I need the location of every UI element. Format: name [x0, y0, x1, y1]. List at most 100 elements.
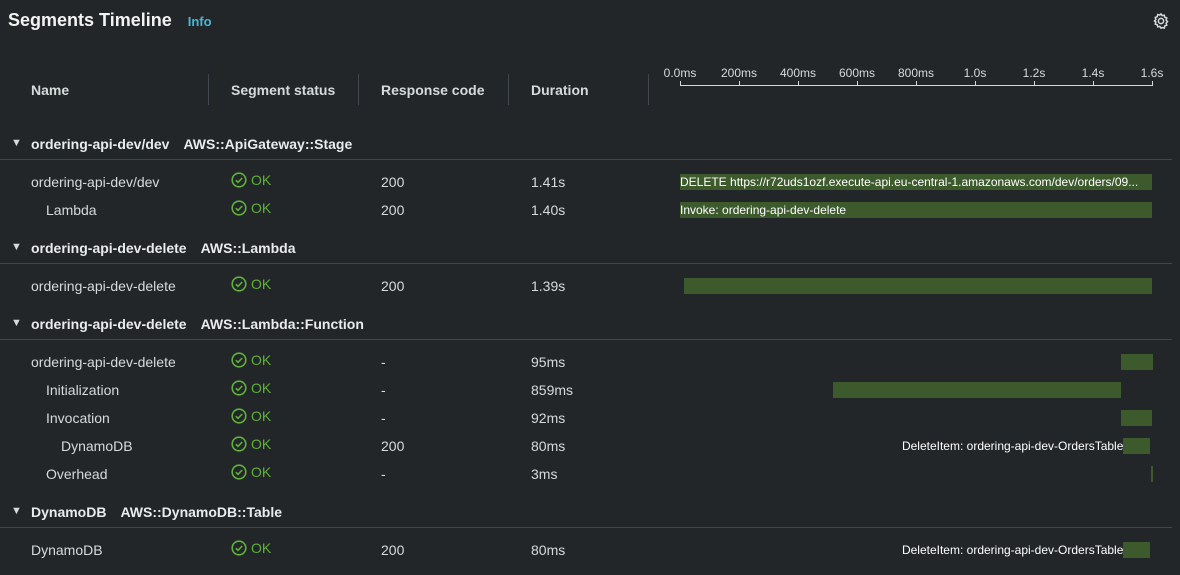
caret-down-icon[interactable]: ▼ [11, 241, 22, 253]
timeline-bar[interactable] [1121, 354, 1153, 370]
segment-group-title: ordering-api-dev-delete [31, 316, 187, 332]
timeline-bar[interactable] [1121, 410, 1152, 426]
column-header-response[interactable]: Response code [381, 82, 484, 98]
timeline-bar[interactable] [1123, 438, 1150, 454]
gear-icon[interactable] [1152, 12, 1170, 30]
segment-group-name: ordering-api-dev-delete AWS::Lambda::Func… [31, 316, 364, 332]
segment-group-header[interactable]: ▼ ordering-api-dev-delete AWS::Lambda::Fun… [0, 312, 1180, 336]
info-link[interactable]: Info [188, 14, 212, 29]
column-header-status[interactable]: Segment status [231, 82, 335, 98]
segment-row[interactable]: ordering-api-dev-delete OK 200 1.39s [0, 274, 1180, 298]
segment-duration: 92ms [531, 410, 566, 426]
segment-duration: 3ms [531, 466, 558, 482]
column-header-name[interactable]: Name [31, 82, 69, 98]
timeline-bar-label: DeleteItem: ordering-api-dev-OrdersTable [901, 543, 1124, 557]
segment-row[interactable]: ordering-api-dev-delete OK - 95ms [0, 350, 1180, 374]
axis-tick-label: 600ms [838, 66, 876, 80]
timeline-bar-label: DeleteItem: ordering-api-dev-OrdersTable [901, 439, 1124, 453]
check-circle-icon [231, 172, 247, 188]
segment-row[interactable]: DynamoDB OK 200 80ms DeleteItem: ordering-ap… [0, 434, 1180, 458]
segment-status: OK [231, 172, 271, 188]
axis-tick-mark [1093, 81, 1094, 86]
segment-duration: 80ms [531, 438, 566, 454]
caret-down-icon[interactable]: ▼ [11, 137, 22, 149]
axis-tick-mark [975, 81, 976, 86]
axis-tick-label: 400ms [779, 66, 817, 80]
timeline-bar[interactable] [684, 278, 1152, 294]
segment-row[interactable]: Initialization OK - 859ms [0, 378, 1180, 402]
segment-status-text: OK [251, 436, 272, 452]
column-separator [508, 74, 509, 105]
caret-down-icon[interactable]: ▼ [11, 317, 22, 329]
column-header-duration[interactable]: Duration [531, 82, 589, 98]
segment-status: OK [231, 540, 271, 556]
segment-group-name: ordering-api-dev-delete AWS::Lambda [31, 240, 295, 256]
check-circle-icon [231, 464, 247, 480]
axis-tick-mark [798, 81, 799, 86]
column-separator [648, 74, 649, 105]
segment-status-text: OK [251, 276, 272, 292]
axis-tick-label: 0.0ms [663, 66, 697, 80]
segment-name: Lambda [46, 202, 97, 218]
response-code: 200 [381, 542, 405, 558]
segment-status: OK [231, 380, 271, 396]
segment-status: OK [231, 436, 271, 452]
panel-title: Segments Timeline [8, 10, 172, 30]
segment-status: OK [231, 276, 271, 292]
group-divider [0, 159, 1172, 160]
segment-name: ordering-api-dev-delete [31, 354, 176, 370]
segment-row[interactable]: Lambda OK 200 1.40s Invoke: ordering-api-dev… [0, 198, 1180, 222]
check-circle-icon [231, 436, 247, 452]
segment-group-name: ordering-api-dev/dev AWS::ApiGateway::Sta… [31, 136, 352, 152]
panel-header: Segments Timeline Info [8, 10, 212, 34]
axis-tick-label: 1.4s [1081, 66, 1105, 80]
segment-group-title: DynamoDB [31, 504, 107, 520]
timeline-bar[interactable] [1151, 466, 1154, 482]
check-circle-icon [231, 408, 247, 424]
response-code: 200 [381, 202, 405, 218]
segment-duration: 1.41s [531, 174, 566, 190]
segment-name: Overhead [46, 466, 108, 482]
segment-group-title: ordering-api-dev/dev [31, 136, 170, 152]
axis-tick-label: 1.0s [963, 66, 987, 80]
segment-status-text: OK [251, 464, 272, 480]
segment-group-header[interactable]: ▼ ordering-api-dev/dev AWS::ApiGateway::St… [0, 132, 1180, 156]
timeline-bar[interactable] [1123, 542, 1150, 558]
segment-row[interactable]: Overhead OK - 3ms [0, 462, 1180, 486]
timeline-axis: 0.0ms 200ms 400ms 600ms 800ms 1.0s 1.2s 1.4s 1.6… [660, 60, 1170, 100]
segment-group-header[interactable]: ▼ ordering-api-dev-delete AWS::Lambda [0, 236, 1180, 260]
timeline-bar[interactable] [832, 382, 1122, 398]
segment-status-text: OK [251, 380, 272, 396]
axis-tick-label: 1.2s [1022, 66, 1046, 80]
response-code: 200 [381, 438, 405, 454]
segment-duration: 1.39s [531, 278, 566, 294]
segment-row[interactable]: Invocation OK - 92ms [0, 406, 1180, 430]
caret-down-icon[interactable]: ▼ [11, 505, 22, 517]
segment-duration: 859ms [531, 382, 574, 398]
group-divider [0, 339, 1172, 340]
segment-row[interactable]: ordering-api-dev/dev OK 200 1.41s DELETE htt… [0, 170, 1180, 194]
segment-group-name: DynamoDB AWS::DynamoDB::Table [31, 504, 282, 520]
response-code: - [381, 354, 386, 370]
segment-group-title: ordering-api-dev-delete [31, 240, 187, 256]
segment-status: OK [231, 408, 271, 424]
axis-tick-mark [1034, 81, 1035, 86]
segment-group-type: AWS::Lambda::Function [200, 316, 364, 332]
segment-status: OK [231, 464, 271, 480]
axis-tick-mark [680, 81, 681, 86]
segment-group-type: AWS::Lambda [200, 240, 296, 256]
response-code: - [381, 410, 386, 426]
segment-status-text: OK [251, 172, 272, 188]
segment-name: ordering-api-dev-delete [31, 278, 176, 294]
segment-row[interactable]: DynamoDB OK 200 80ms DeleteItem: ordering-ap… [0, 538, 1180, 562]
timeline-bar-label: Invoke: ordering-api-dev-delete [680, 203, 847, 217]
segment-group-type: AWS::ApiGateway::Stage [183, 136, 353, 152]
axis-tick-mark [857, 81, 858, 86]
segment-name: ordering-api-dev/dev [31, 174, 160, 190]
segment-group-header[interactable]: ▼ DynamoDB AWS::DynamoDB::Table [0, 500, 1180, 524]
axis-tick-mark [1152, 81, 1153, 86]
timeline-bar-label: DELETE https://r72uds1ozf.execute-api.eu… [680, 175, 1139, 189]
segment-name: Invocation [46, 410, 110, 426]
segment-status: OK [231, 200, 271, 216]
segment-name: DynamoDB [31, 542, 103, 558]
